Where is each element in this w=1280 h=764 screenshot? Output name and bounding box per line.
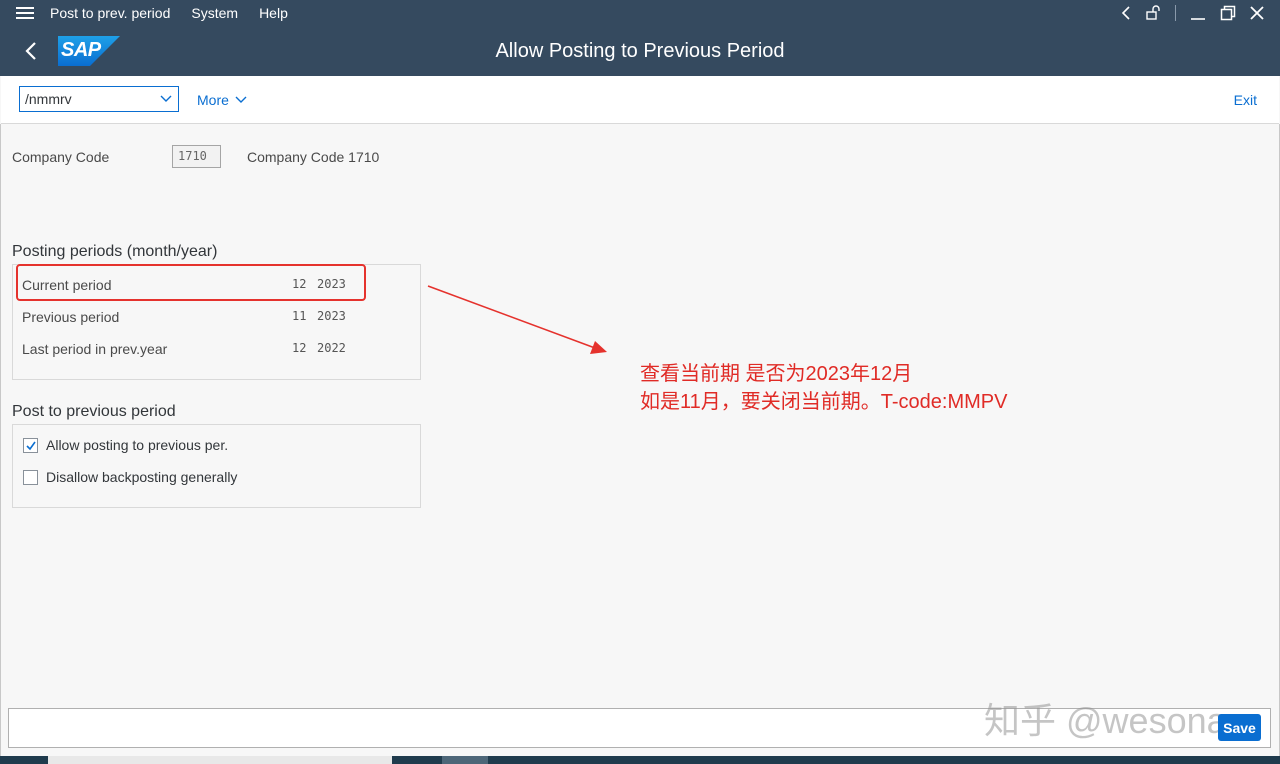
command-field[interactable]: [19, 86, 179, 112]
taskbar-item[interactable]: [442, 756, 488, 764]
menu-item-system[interactable]: System: [191, 5, 238, 21]
disallow-backposting-checkbox[interactable]: [23, 470, 38, 485]
company-code-field: 1710: [172, 145, 221, 168]
post-to-previous-period-title: Post to previous period: [12, 403, 176, 420]
allow-posting-checkbox[interactable]: [23, 438, 38, 453]
company-code-description: Company Code 1710: [247, 149, 380, 165]
annotation-line-1: 查看当前期 是否为2023年12月: [640, 363, 913, 385]
company-code-label: Company Code: [12, 149, 110, 165]
posting-periods-title: Posting periods (month/year): [12, 243, 218, 260]
previous-period-year: 2023: [317, 309, 346, 323]
previous-period-month: 11: [292, 309, 307, 323]
save-button[interactable]: Save: [1218, 714, 1261, 741]
chevron-down-icon: [235, 96, 247, 103]
taskbar-item[interactable]: [48, 756, 392, 764]
watermark: 知乎 @wesona: [984, 700, 1227, 741]
annotation-highlight-box: [16, 264, 366, 301]
menu-item-post-to-prev-period[interactable]: Post to prev. period: [50, 5, 170, 21]
page-title: Allow Posting to Previous Period: [495, 40, 785, 62]
menu-bar: Post to prev. period System Help: [0, 0, 1280, 26]
unlock-icon[interactable]: [1145, 5, 1161, 21]
allow-posting-label: Allow posting to previous per.: [46, 437, 229, 453]
divider: [1175, 5, 1176, 21]
toolbar: More Exit: [1, 76, 1279, 124]
chevron-left-icon[interactable]: [1121, 6, 1131, 20]
exit-button[interactable]: Exit: [1234, 92, 1257, 108]
last-period-prev-year-year: 2022: [317, 341, 346, 355]
checkmark-icon: [26, 441, 36, 451]
more-label: More: [197, 92, 229, 108]
chevron-down-icon[interactable]: [160, 95, 172, 103]
annotation-line-2: 如是11月，要关闭当前期。T-code:MMPV: [640, 391, 1008, 413]
last-period-prev-year-month: 12: [292, 341, 307, 355]
disallow-backposting-label: Disallow backposting generally: [46, 469, 238, 485]
title-bar: SAP Allow Posting to Previous Period: [0, 26, 1280, 76]
last-period-prev-year-label: Last period in prev.year: [22, 341, 168, 357]
more-menu-button[interactable]: More: [197, 92, 247, 108]
minimize-icon[interactable]: [1190, 5, 1206, 21]
maximize-icon[interactable]: [1220, 5, 1236, 21]
os-taskbar: [0, 756, 1280, 764]
menu-item-help[interactable]: Help: [259, 5, 288, 21]
close-icon[interactable]: [1250, 6, 1264, 20]
window-controls: [1121, 0, 1264, 26]
command-input[interactable]: [20, 91, 150, 107]
hamburger-menu-icon[interactable]: [16, 6, 34, 20]
previous-period-label: Previous period: [22, 309, 120, 325]
annotation-text: 查看当前期 是否为2023年12月 如是11月，要关闭当前期。T-code:MM…: [640, 360, 1007, 416]
